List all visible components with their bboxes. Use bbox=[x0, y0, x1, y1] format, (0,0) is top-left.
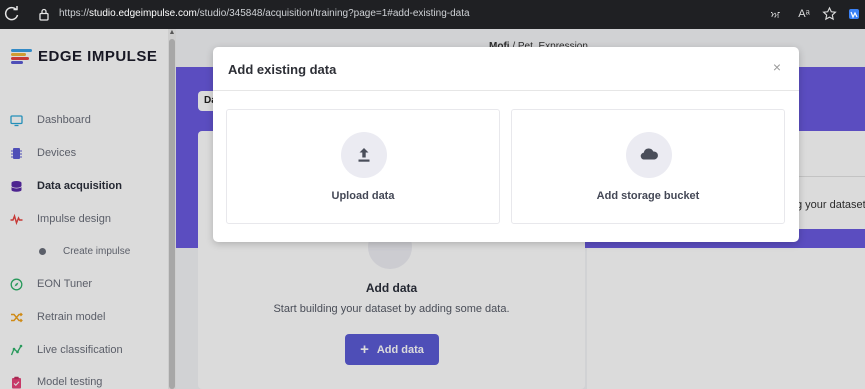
upload-data-label: Upload data bbox=[331, 190, 395, 202]
modal-title: Add existing data bbox=[228, 62, 337, 77]
upload-icon bbox=[358, 148, 370, 162]
cloud-icon-circle bbox=[626, 132, 672, 178]
extension-icon[interactable] bbox=[847, 6, 861, 22]
url-host: studio.edgeimpulse.com bbox=[89, 8, 197, 19]
read-aloud-icon[interactable]: Aᵃ bbox=[797, 6, 811, 22]
upload-icon-circle bbox=[341, 132, 387, 178]
modal-header: Add existing data × bbox=[213, 47, 799, 91]
close-icon[interactable]: × bbox=[770, 60, 784, 74]
url-path: /studio/345848/acquisition/training?page… bbox=[196, 8, 470, 19]
upload-data-option[interactable]: Upload data bbox=[226, 109, 500, 224]
translate-icon[interactable]: ਅ bbox=[771, 6, 785, 22]
favorite-star-icon[interactable] bbox=[822, 6, 837, 22]
address-bar[interactable]: https://studio.edgeimpulse.com/studio/34… bbox=[59, 8, 470, 19]
add-existing-data-modal: Add existing data × Upload data Add stor… bbox=[213, 47, 799, 242]
add-storage-bucket-option[interactable]: Add storage bucket bbox=[511, 109, 785, 224]
url-prefix: https:// bbox=[59, 8, 90, 19]
cloud-icon bbox=[640, 148, 658, 160]
svg-text:ਅ: ਅ bbox=[771, 10, 780, 21]
browser-toolbar: https://studio.edgeimpulse.com/studio/34… bbox=[0, 0, 865, 29]
reload-icon[interactable] bbox=[3, 5, 21, 23]
add-storage-bucket-label: Add storage bucket bbox=[596, 190, 700, 202]
lock-icon[interactable] bbox=[38, 8, 50, 21]
